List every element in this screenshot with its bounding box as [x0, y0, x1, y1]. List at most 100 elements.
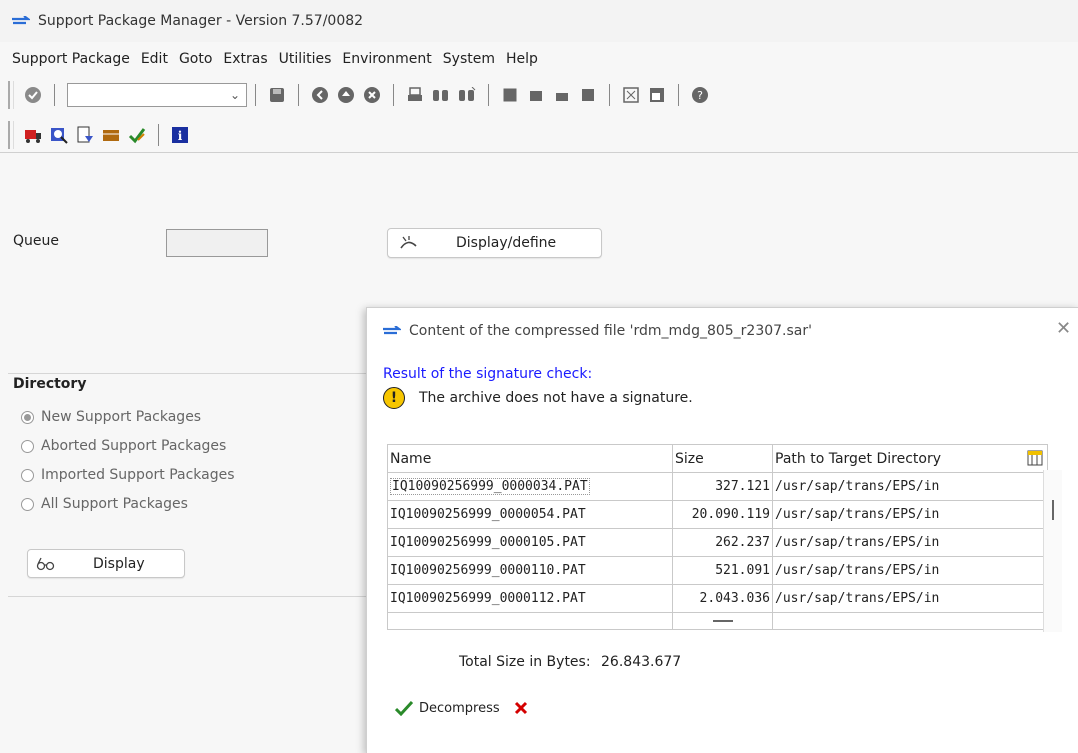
toolbar-separator	[609, 84, 610, 106]
empty-cell	[387, 612, 673, 630]
cell-path[interactable]: /usr/sap/trans/EPS/in	[772, 556, 1048, 585]
shortcut-icon[interactable]	[647, 85, 667, 105]
scroll-thumb[interactable]	[712, 620, 733, 622]
cell-path[interactable]: /usr/sap/trans/EPS/in	[772, 528, 1048, 557]
help-icon[interactable]: ?	[690, 85, 710, 105]
radio-indicator[interactable]	[21, 410, 34, 424]
window-title: Support Package Manager - Version 7.57/0…	[38, 13, 364, 29]
display-button[interactable]: Display	[27, 549, 185, 578]
save-icon[interactable]	[267, 85, 287, 105]
scroll-thumb[interactable]	[1052, 500, 1054, 520]
menu-extras[interactable]: Extras	[223, 51, 267, 67]
dialog-title: Content of the compressed file 'rdm_mdg_…	[409, 323, 812, 339]
cell-size[interactable]: 2.043.036	[672, 584, 773, 613]
radio-indicator[interactable]	[21, 439, 34, 453]
info-icon[interactable]: i	[170, 125, 190, 145]
transport-truck-icon[interactable]	[23, 125, 43, 145]
toolbar-grip	[8, 81, 14, 109]
cell-name[interactable]: IQ10090256999_0000110.PAT	[387, 556, 673, 585]
radio-aborted-support-packages[interactable]: Aborted Support Packages	[21, 438, 226, 454]
cancel-icon[interactable]	[514, 701, 528, 715]
cell-name-text: IQ10090256999_0000034.PAT	[390, 478, 590, 495]
column-header-path[interactable]: Path to Target Directory	[772, 444, 1048, 473]
find-icon[interactable]	[431, 85, 451, 105]
radio-imported-support-packages[interactable]: Imported Support Packages	[21, 467, 235, 483]
sap-logo-icon	[383, 326, 401, 335]
checkmark-icon	[395, 700, 413, 716]
next-page-icon[interactable]	[552, 85, 572, 105]
cell-size[interactable]: 327.121	[672, 472, 773, 501]
menu-goto[interactable]: Goto	[179, 51, 212, 67]
display-define-button[interactable]: Display/define	[387, 228, 602, 258]
table-settings-icon[interactable]	[1027, 450, 1043, 466]
menu-support-package[interactable]: Support Package	[12, 51, 130, 67]
vertical-scrollbar[interactable]	[1043, 470, 1062, 632]
decompress-button[interactable]: Decompress	[395, 700, 500, 716]
menu-edit[interactable]: Edit	[141, 51, 168, 67]
radio-indicator[interactable]	[21, 497, 34, 511]
table-row[interactable]: IQ10090256999_0000112.PAT 2.043.036 /usr…	[387, 584, 1048, 613]
directory-title: Directory	[13, 376, 87, 392]
find-next-icon[interactable]	[457, 85, 477, 105]
exit-icon[interactable]	[336, 85, 356, 105]
previous-page-icon[interactable]	[526, 85, 546, 105]
table-row[interactable]: IQ10090256999_0000054.PAT 20.090.119 /us…	[387, 500, 1048, 529]
chevron-down-icon[interactable]: ⌄	[230, 88, 240, 102]
last-page-icon[interactable]	[578, 85, 598, 105]
total-size: Total Size in Bytes: 26.843.677	[459, 654, 681, 670]
table-row[interactable]: IQ10090256999_0000105.PAT 262.237 /usr/s…	[387, 528, 1048, 557]
sap-logo-icon	[12, 16, 30, 25]
decompress-label: Decompress	[419, 700, 500, 716]
confirm-edit-icon[interactable]	[127, 125, 147, 145]
back-icon[interactable]	[310, 85, 330, 105]
cell-size[interactable]: 20.090.119	[672, 500, 773, 529]
close-icon[interactable]: ✕	[1056, 318, 1071, 339]
radio-new-support-packages[interactable]: New Support Packages	[21, 409, 201, 425]
enter-icon[interactable]	[23, 85, 43, 105]
column-header-name[interactable]: Name	[387, 444, 673, 473]
table-row-empty	[387, 612, 1048, 630]
total-size-value: 26.843.677	[601, 654, 682, 670]
new-session-icon[interactable]	[621, 85, 641, 105]
search-status-icon[interactable]	[49, 125, 69, 145]
column-header-size[interactable]: Size	[672, 444, 773, 473]
dialog-footer: Decompress	[395, 700, 528, 716]
dialog-title-bar: Content of the compressed file 'rdm_mdg_…	[383, 323, 812, 339]
menu-system[interactable]: System	[443, 51, 495, 67]
cell-name[interactable]: IQ10090256999_0000054.PAT	[387, 500, 673, 529]
table-row[interactable]: IQ10090256999_0000110.PAT 521.091 /usr/s…	[387, 556, 1048, 585]
table-row[interactable]: IQ10090256999_0000034.PAT 327.121 /usr/s…	[387, 472, 1048, 501]
menu-help[interactable]: Help	[506, 51, 538, 67]
toolbar-separator	[255, 84, 256, 106]
menu-environment[interactable]: Environment	[342, 51, 431, 67]
menu-utilities[interactable]: Utilities	[279, 51, 332, 67]
toolbar-separator	[158, 124, 159, 146]
toolbar-separator	[488, 84, 489, 106]
print-icon[interactable]	[405, 85, 425, 105]
cell-name[interactable]: IQ10090256999_0000112.PAT	[387, 584, 673, 613]
cell-size[interactable]: 521.091	[672, 556, 773, 585]
cell-path[interactable]: /usr/sap/trans/EPS/in	[772, 584, 1048, 613]
cell-name[interactable]: IQ10090256999_0000105.PAT	[387, 528, 673, 557]
cell-name[interactable]: IQ10090256999_0000034.PAT	[387, 472, 673, 501]
cell-path[interactable]: /usr/sap/trans/EPS/in	[772, 500, 1048, 529]
command-field[interactable]: ⌄	[67, 83, 247, 107]
cell-path[interactable]: /usr/sap/trans/EPS/in	[772, 472, 1048, 501]
horizontal-scrollbar[interactable]	[672, 612, 773, 630]
cancel-icon[interactable]	[362, 85, 382, 105]
radio-all-support-packages[interactable]: All Support Packages	[21, 496, 188, 512]
table-header-row: Name Size Path to Target Directory	[387, 444, 1048, 473]
signature-message: ! The archive does not have a signature.	[383, 387, 693, 409]
radio-indicator[interactable]	[21, 468, 34, 482]
svg-text:?: ?	[697, 89, 703, 102]
cell-size[interactable]: 262.237	[672, 528, 773, 557]
first-page-icon[interactable]	[500, 85, 520, 105]
title-bar: Support Package Manager - Version 7.57/0…	[0, 0, 1078, 42]
total-size-label: Total Size in Bytes:	[459, 654, 591, 670]
toolbar-grip	[8, 121, 14, 149]
warning-icon: !	[383, 387, 405, 409]
queue-field[interactable]	[166, 229, 268, 257]
package-icon[interactable]	[101, 125, 121, 145]
document-check-icon[interactable]	[75, 125, 95, 145]
toolbar-separator	[298, 84, 299, 106]
